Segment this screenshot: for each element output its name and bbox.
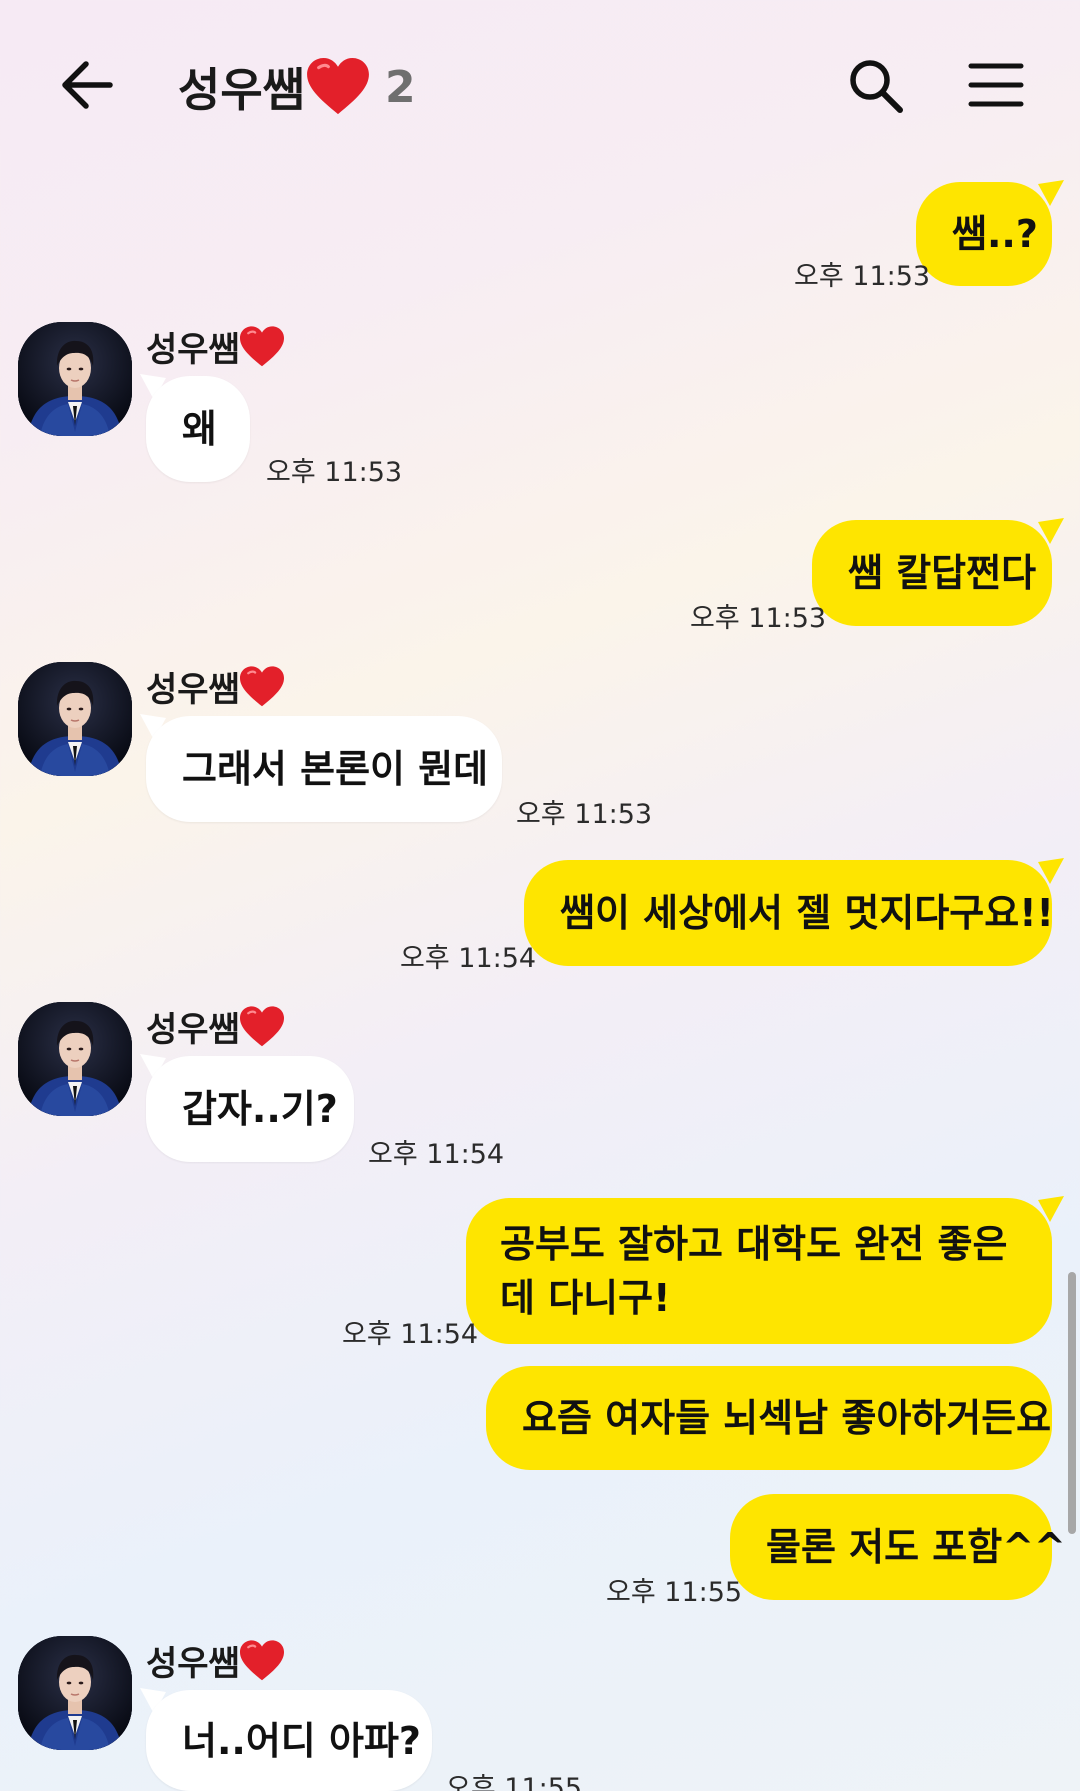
chat-title-area: 성우쌤 2 (178, 52, 416, 122)
heart-icon (307, 58, 369, 116)
message-bubble[interactable]: 갑자..기? (146, 1056, 354, 1162)
message-text: 공부도 잘하고 대학도 완전 좋은데 다니구! (500, 1222, 1008, 1320)
back-arrow-icon (62, 61, 113, 109)
search-icon (850, 60, 903, 113)
message-text: 너..어디 아파? (182, 1718, 421, 1763)
message-text: 갑자..기? (182, 1087, 338, 1131)
message-text: 쌤이 세상에서 젤 멋지다구요!! (560, 891, 1054, 935)
scrollbar[interactable] (1068, 1272, 1076, 1534)
message-bubble[interactable]: 물론 저도 포함^^ (730, 1494, 1066, 1600)
message-time: 오후 11:54 (368, 1139, 505, 1170)
message-text: 그래서 본론이 뭔데 (182, 747, 489, 791)
message-time: 오후 11:54 (342, 1319, 479, 1350)
bubble-tail (1038, 180, 1064, 206)
sender-name: 성우쌤 (146, 322, 284, 371)
avatar[interactable] (18, 1002, 132, 1116)
message-text: 쌤..? (952, 212, 1038, 256)
chat-header: 성우쌤 2 (0, 0, 1080, 170)
message-time: 오후 11:55 (446, 1773, 583, 1791)
message-bubble[interactable]: 쌤 칼답쩐다 (812, 520, 1052, 626)
message-text: 왜 (182, 407, 217, 451)
menu-button[interactable] (968, 60, 1024, 110)
avatar[interactable] (18, 322, 132, 436)
back-button[interactable] (58, 58, 118, 112)
message-bubble[interactable]: 쌤..? (916, 182, 1052, 286)
heart-icon (240, 666, 284, 708)
message-bubble[interactable]: 그래서 본론이 뭔데 (146, 716, 502, 822)
sender-name: 성우쌤 (146, 662, 284, 711)
sender-label: 성우쌤 (146, 1644, 240, 1684)
message-time: 오후 11:55 (606, 1577, 743, 1608)
member-count: 2 (384, 61, 416, 113)
sender-label: 성우쌤 (146, 1010, 240, 1050)
menu-icon (968, 63, 1024, 107)
heart-icon (240, 1640, 284, 1682)
sender-name: 성우쌤 (146, 1002, 284, 1051)
bubble-tail (1038, 518, 1064, 544)
message-time: 오후 11:53 (516, 799, 653, 830)
message-time: 오후 11:54 (400, 943, 537, 974)
message-bubble[interactable]: 너..어디 아파? (146, 1690, 432, 1791)
chat-title: 성우쌤 (178, 63, 305, 117)
search-button[interactable] (846, 56, 906, 116)
message-bubble[interactable]: 공부도 잘하고 대학도 완전 좋은데 다니구! (466, 1198, 1052, 1344)
message-text: 요즘 여자들 뇌섹남 좋아하거든요 (522, 1396, 1052, 1440)
bubble-tail (1038, 1196, 1064, 1222)
message-time: 오후 11:53 (266, 457, 403, 488)
avatar[interactable] (18, 1636, 132, 1750)
heart-icon (240, 1006, 284, 1048)
message-text: 쌤 칼답쩐다 (848, 551, 1037, 595)
message-text: 물론 저도 포함^^ (766, 1525, 1066, 1569)
message-bubble[interactable]: 요즘 여자들 뇌섹남 좋아하거든요 (486, 1366, 1052, 1470)
message-time: 오후 11:53 (690, 603, 827, 634)
message-time: 오후 11:53 (794, 261, 931, 292)
heart-icon (240, 326, 284, 368)
bubble-tail (1038, 858, 1064, 884)
sender-label: 성우쌤 (146, 330, 240, 370)
message-bubble[interactable]: 쌤이 세상에서 젤 멋지다구요!! (524, 860, 1054, 966)
sender-label: 성우쌤 (146, 670, 240, 710)
avatar[interactable] (18, 662, 132, 776)
message-bubble[interactable]: 왜 (146, 376, 250, 482)
sender-name: 성우쌤 (146, 1636, 284, 1685)
